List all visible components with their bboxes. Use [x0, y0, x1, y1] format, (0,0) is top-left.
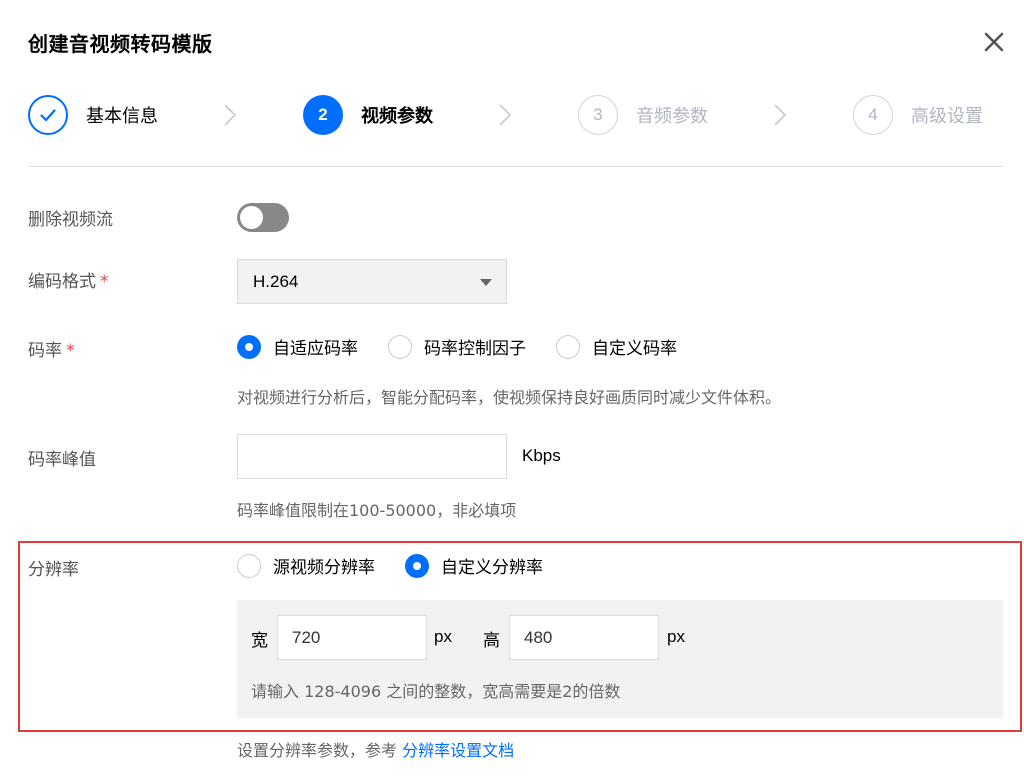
height-unit: px — [667, 627, 685, 646]
step-3-label: 音频参数 — [636, 106, 708, 127]
toggle-knob — [240, 206, 263, 229]
radio-label: 自定义分辨率 — [441, 558, 543, 578]
step-video-params[interactable]: 2 视频参数 — [303, 95, 433, 135]
step-4-label: 高级设置 — [911, 106, 983, 127]
resolution-option-custom[interactable]: 自定义分辨率 — [405, 553, 543, 578]
custom-resolution-panel: 宽 px 高 px 请输入 128-4096 之间的整数，宽高需要是2的倍数 — [237, 600, 1003, 718]
close-button[interactable] — [982, 30, 1006, 54]
step-basic-info[interactable]: 基本信息 — [28, 95, 158, 135]
step-2-circle: 2 — [303, 95, 343, 135]
radio-unchecked — [237, 553, 261, 578]
width-unit: px — [434, 627, 452, 646]
height-input[interactable] — [509, 615, 659, 660]
peak-bitrate-input[interactable] — [237, 434, 507, 479]
required-mark: * — [100, 272, 109, 292]
step-1-circle — [28, 95, 68, 135]
resolution-doc-line: 设置分辨率参数，参考 分辨率设置文档 — [237, 737, 514, 761]
steps-bar: 基本信息 2 视频参数 3 音频参数 4 高级设置 — [28, 95, 1003, 135]
bitrate-hint: 对视频进行分析后，智能分配码率，使视频保持良好画质同时减少文件体积。 — [237, 388, 782, 407]
radio-label: 源视频分辨率 — [273, 558, 375, 578]
step-2-label: 视频参数 — [361, 106, 433, 127]
codec-select[interactable]: H.264 — [237, 259, 507, 304]
peak-bitrate-unit: Kbps — [522, 446, 561, 465]
check-icon — [40, 109, 56, 122]
codec-label-text: 编码格式 — [28, 272, 96, 292]
delete-video-stream-toggle[interactable] — [237, 203, 289, 232]
resolution-option-source[interactable]: 源视频分辨率 — [237, 553, 375, 578]
steps-divider — [28, 166, 1003, 167]
bitrate-label: 码率 * — [28, 336, 75, 361]
resolution-doc-link[interactable]: 分辨率设置文档 — [402, 741, 514, 760]
bitrate-label-text: 码率 — [28, 341, 62, 361]
radio-label: 自适应码率 — [273, 339, 358, 359]
chevron-right-icon — [773, 103, 787, 127]
codec-select-value: H.264 — [253, 272, 299, 291]
caret-down-icon — [480, 279, 492, 286]
close-icon — [984, 32, 1004, 52]
resolution-label: 分辨率 — [28, 560, 79, 580]
required-mark: * — [66, 341, 75, 361]
step-1-label: 基本信息 — [86, 106, 158, 127]
chevron-right-icon — [498, 103, 512, 127]
width-input[interactable] — [277, 615, 427, 660]
step-advanced-settings[interactable]: 4 高级设置 — [853, 95, 983, 135]
height-label: 高 — [483, 631, 500, 651]
bitrate-option-adaptive[interactable]: 自适应码率 — [237, 334, 358, 359]
resolution-hint: 请输入 128-4096 之间的整数，宽高需要是2的倍数 — [251, 682, 621, 701]
dialog-title: 创建音视频转码模版 — [28, 32, 213, 56]
resolution-radio-group: 源视频分辨率 自定义分辨率 — [237, 553, 543, 578]
delete-video-stream-label: 删除视频流 — [28, 210, 113, 230]
step-audio-params[interactable]: 3 音频参数 — [578, 95, 708, 135]
step-4-circle: 4 — [853, 95, 893, 135]
radio-checked — [237, 334, 261, 359]
bitrate-option-control-factor[interactable]: 码率控制因子 — [388, 334, 526, 359]
radio-unchecked — [556, 334, 580, 359]
bitrate-option-custom[interactable]: 自定义码率 — [556, 334, 677, 359]
peak-bitrate-label: 码率峰值 — [28, 450, 96, 470]
chevron-right-icon — [223, 103, 237, 127]
codec-label: 编码格式 * — [28, 267, 109, 292]
step-3-circle: 3 — [578, 95, 618, 135]
width-label: 宽 — [251, 631, 268, 651]
radio-checked — [405, 553, 429, 578]
radio-label: 自定义码率 — [592, 339, 677, 359]
bitrate-radio-group: 自适应码率 码率控制因子 自定义码率 — [237, 334, 677, 359]
radio-unchecked — [388, 334, 412, 359]
peak-bitrate-hint: 码率峰值限制在100-50000，非必填项 — [237, 501, 517, 520]
resolution-doc-prefix: 设置分辨率参数，参考 — [237, 741, 398, 760]
radio-label: 码率控制因子 — [424, 339, 526, 359]
